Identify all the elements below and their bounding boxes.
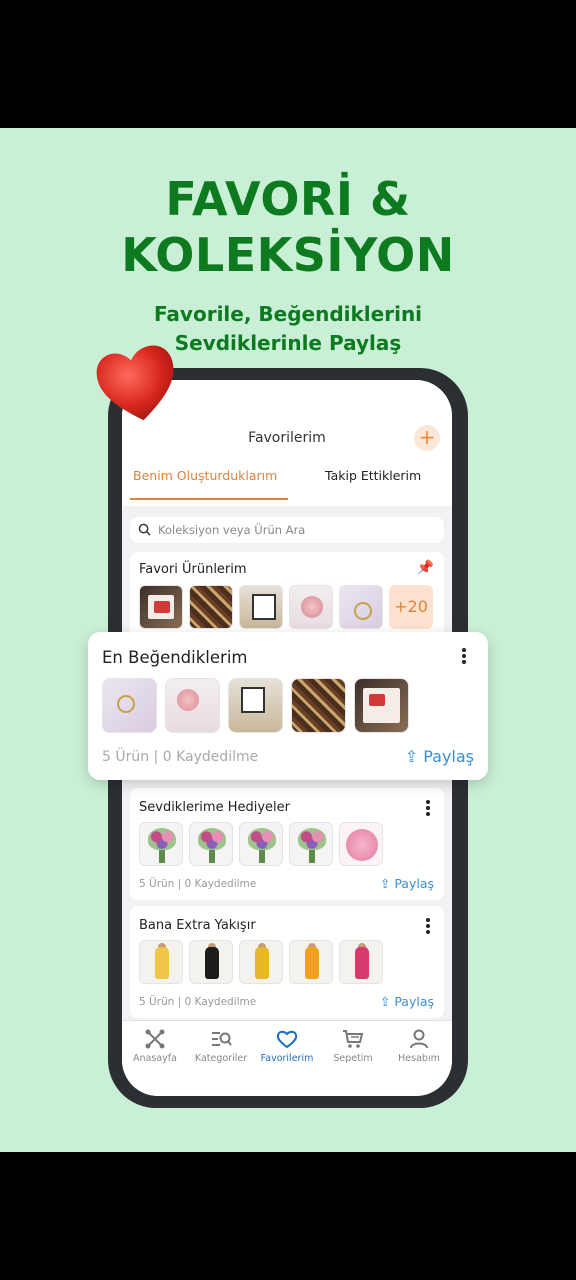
nav-label: Favorilerim: [260, 1053, 314, 1064]
collection-card-favorites[interactable]: Favori Ürünlerim 📌 +20: [130, 552, 444, 644]
promo-banner: FAVORİ & KOLEKSİYON Favorile, Beğendikle…: [0, 128, 576, 1152]
promo-headline-line1: FAVORİ &: [165, 172, 411, 226]
collection-title: Bana Extra Yakışır: [139, 918, 256, 933]
product-thumbnail[interactable]: [139, 940, 183, 984]
nav-item-cart[interactable]: Sepetim: [320, 1029, 386, 1064]
product-thumbnail[interactable]: [354, 678, 409, 733]
collection-title: Favori Ürünlerim: [139, 562, 247, 577]
promo-headline-line2: KOLEKSİYON: [121, 228, 455, 282]
product-thumbnail[interactable]: [239, 585, 283, 629]
search-input[interactable]: Koleksiyon veya Ürün Ara: [130, 517, 444, 543]
share-icon: ⇪: [379, 994, 391, 1009]
collection-card-gifts[interactable]: Sevdiklerime Hediyeler 5 Ürün | 0 Kayded…: [130, 788, 444, 900]
nav-label: Kategoriler: [194, 1053, 248, 1064]
heart-decoration-icon: [96, 345, 174, 421]
share-label: Paylaş: [394, 994, 434, 1009]
nav-item-account[interactable]: Hesabım: [386, 1029, 452, 1064]
collection-title: Sevdiklerime Hediyeler: [139, 800, 290, 815]
promo-subtitle: Favorile, Beğendiklerini Sevdiklerinle P…: [0, 300, 576, 358]
product-thumbnail[interactable]: [189, 940, 233, 984]
pin-icon[interactable]: 📌: [417, 560, 434, 576]
product-thumbnail[interactable]: [165, 678, 220, 733]
share-button[interactable]: ⇪ Paylaş: [405, 747, 474, 766]
product-thumbnail[interactable]: [339, 822, 383, 866]
user-icon: [410, 1029, 428, 1049]
promo-subtitle-line2: Sevdiklerinle Paylaş: [174, 331, 402, 355]
product-thumbnail[interactable]: [139, 822, 183, 866]
nav-item-favorites[interactable]: Favorilerim: [254, 1029, 320, 1064]
collection-card-most-liked[interactable]: En Beğendiklerim 5 Ürün | 0 Kaydedilme ⇪…: [88, 632, 488, 780]
tab-bar: Benim Oluşturduklarım Takip Ettiklerim: [122, 468, 452, 502]
collection-meta: 5 Ürün | 0 Kaydedilme: [139, 878, 257, 890]
product-thumbnail[interactable]: [239, 940, 283, 984]
nav-label: Sepetim: [333, 1053, 373, 1064]
product-thumbnail[interactable]: [139, 585, 183, 629]
bottom-navigation: Anasayfa Kategoriler Favorilerim Sepetim…: [122, 1020, 452, 1096]
nav-item-categories[interactable]: Kategoriler: [188, 1029, 254, 1064]
more-products-count[interactable]: +20: [389, 585, 433, 629]
product-thumbnail[interactable]: [189, 822, 233, 866]
share-label: Paylaş: [423, 747, 474, 766]
share-label: Paylaş: [394, 876, 434, 891]
search-icon: [138, 523, 151, 536]
share-button[interactable]: ⇪ Paylaş: [380, 994, 434, 1009]
collection-card-outfits[interactable]: Bana Extra Yakışır 5 Ürün | 0 Kaydedilme…: [130, 906, 444, 1018]
more-options-icon[interactable]: [426, 918, 430, 934]
product-thumbnail[interactable]: [289, 940, 333, 984]
active-tab-underline: [130, 498, 288, 500]
product-thumbnail[interactable]: [102, 678, 157, 733]
more-options-icon[interactable]: [462, 648, 466, 664]
collection-meta: 5 Ürün | 0 Kaydedilme: [139, 996, 257, 1008]
categories-icon: [212, 1032, 232, 1046]
collection-title: En Beğendiklerim: [102, 648, 248, 667]
product-thumbnail[interactable]: [339, 940, 383, 984]
home-icon: [145, 1029, 165, 1049]
more-options-icon[interactable]: [426, 800, 430, 816]
cart-icon: [343, 1030, 364, 1048]
product-thumbnail[interactable]: [289, 822, 333, 866]
collection-thumbnails: +20: [139, 585, 433, 629]
product-thumbnail[interactable]: [239, 822, 283, 866]
product-thumbnail[interactable]: [291, 678, 346, 733]
nav-item-home[interactable]: Anasayfa: [122, 1029, 188, 1064]
product-thumbnail[interactable]: [228, 678, 283, 733]
collection-thumbnails: [102, 678, 409, 733]
nav-label: Hesabım: [398, 1053, 440, 1064]
tab-following[interactable]: Takip Ettiklerim: [325, 468, 421, 483]
add-collection-button[interactable]: +: [414, 425, 440, 451]
product-thumbnail[interactable]: [189, 585, 233, 629]
product-thumbnail[interactable]: [339, 585, 383, 629]
share-icon: ⇪: [404, 747, 419, 766]
page-title: Favorilerim: [248, 430, 326, 446]
heart-icon: [276, 1030, 298, 1049]
share-button[interactable]: ⇪ Paylaş: [380, 876, 434, 891]
collection-thumbnails: [139, 822, 383, 866]
collection-meta: 5 Ürün | 0 Kaydedilme: [102, 749, 259, 765]
collection-thumbnails: [139, 940, 383, 984]
nav-label: Anasayfa: [133, 1053, 177, 1064]
product-thumbnail[interactable]: [289, 585, 333, 629]
tab-my-collections[interactable]: Benim Oluşturduklarım: [133, 468, 277, 483]
search-placeholder: Koleksiyon veya Ürün Ara: [158, 523, 306, 537]
share-icon: ⇪: [379, 876, 391, 891]
promo-subtitle-line1: Favorile, Beğendiklerini: [153, 302, 423, 326]
